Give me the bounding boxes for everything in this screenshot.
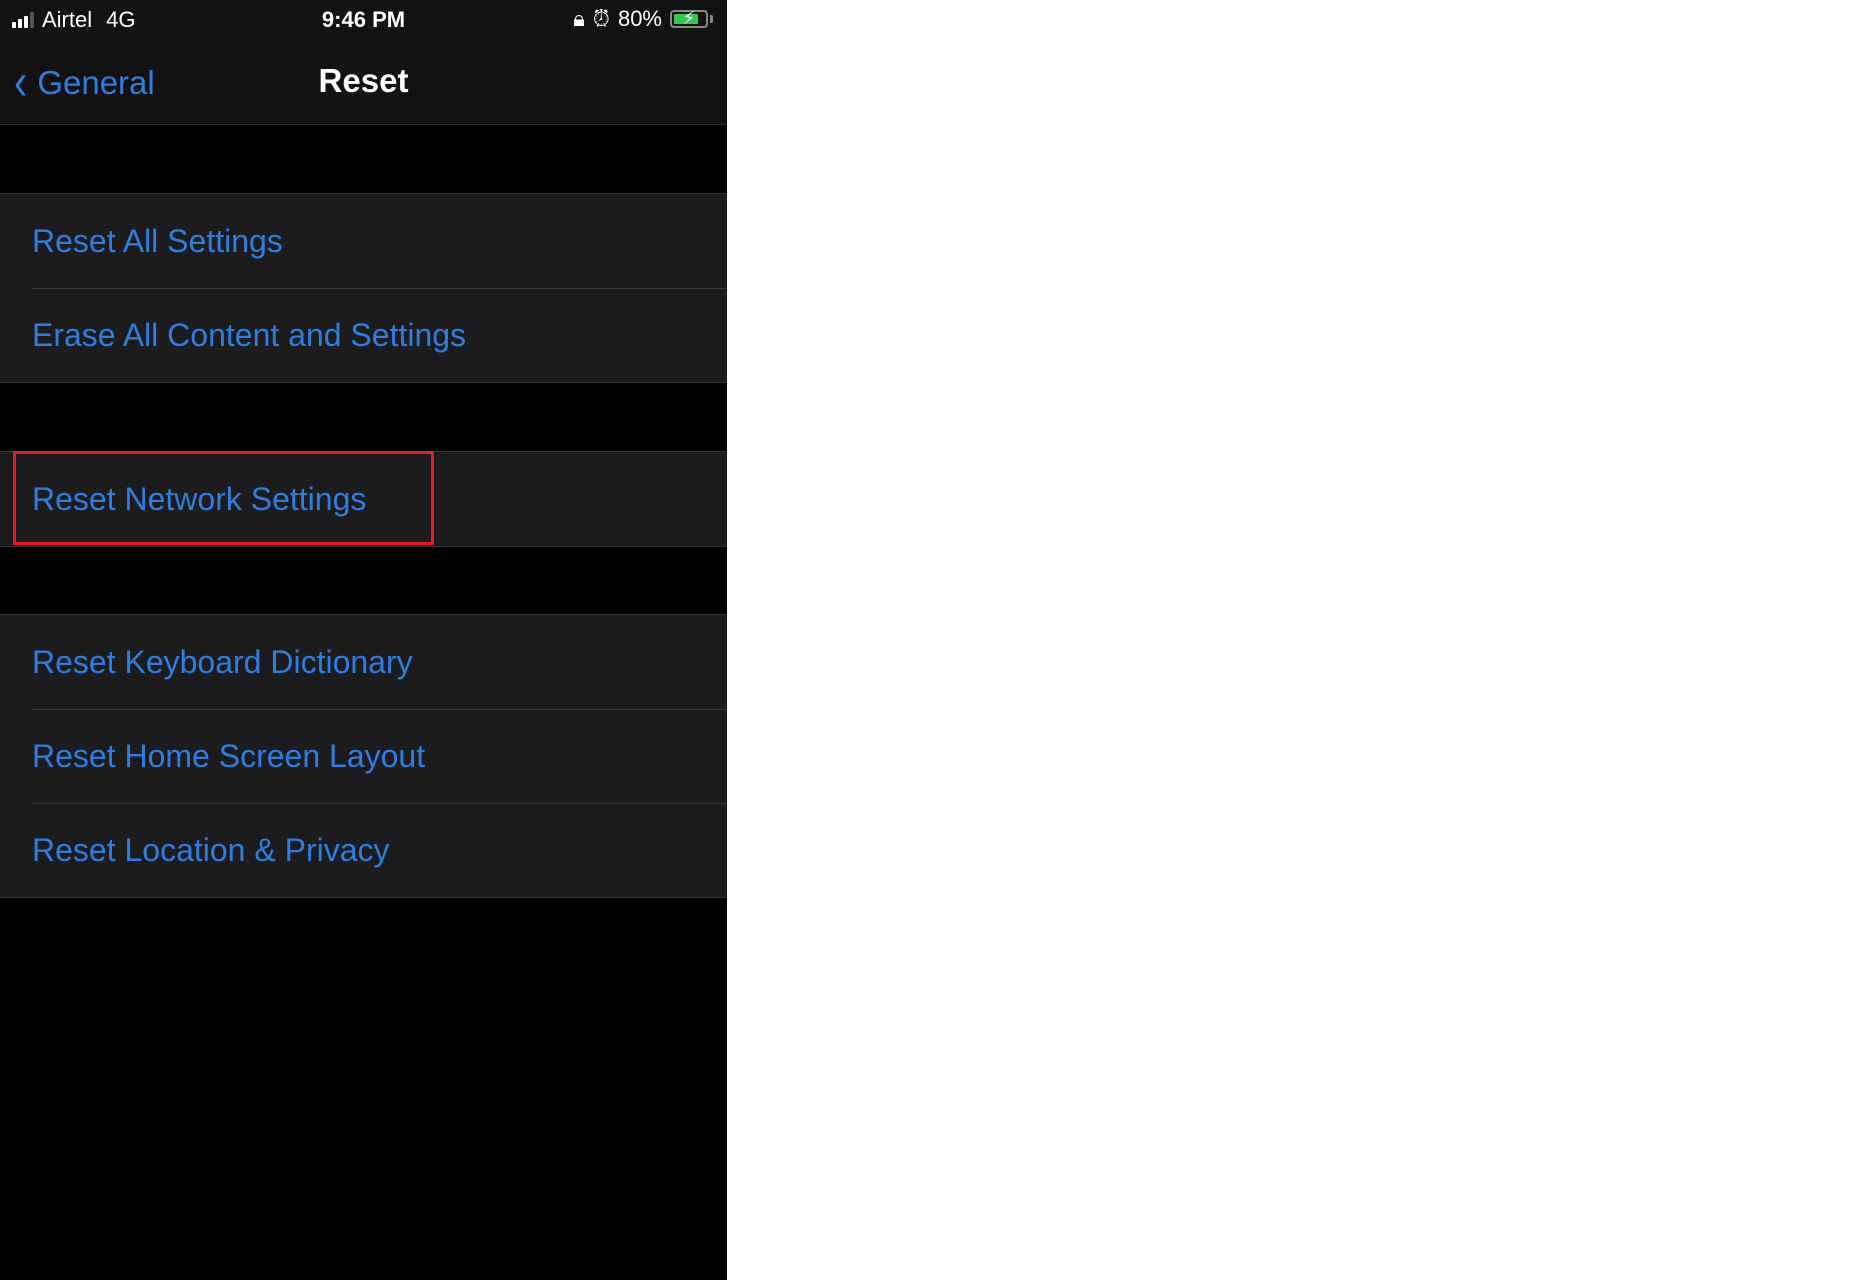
rotation-lock-icon: 🔒︎ bbox=[573, 6, 585, 31]
reset-all-settings-button[interactable]: Reset All Settings bbox=[0, 194, 727, 288]
page-title: Reset bbox=[318, 62, 409, 99]
row-label: Reset Home Screen Layout bbox=[32, 737, 426, 774]
reset-location-privacy-button[interactable]: Reset Location & Privacy bbox=[0, 803, 727, 897]
row-label: Erase All Content and Settings bbox=[32, 316, 467, 353]
reset-keyboard-dictionary-button[interactable]: Reset Keyboard Dictionary bbox=[0, 615, 727, 709]
reset-group-1: Reset All Settings Erase All Content and… bbox=[0, 193, 727, 383]
erase-all-content-button[interactable]: Erase All Content and Settings bbox=[0, 288, 727, 382]
reset-network-settings-button[interactable]: Reset Network Settings bbox=[0, 452, 727, 546]
reset-group-2: Reset Network Settings bbox=[0, 451, 727, 547]
navigation-bar: ‹ General Reset bbox=[0, 40, 727, 125]
charging-bolt-icon: ⚡︎ bbox=[682, 8, 696, 28]
row-label: Reset Keyboard Dictionary bbox=[32, 643, 413, 680]
reset-group-3: Reset Keyboard Dictionary Reset Home Scr… bbox=[0, 614, 727, 898]
row-label: Reset Location & Privacy bbox=[32, 831, 390, 868]
alarm-icon: ⏰︎ bbox=[592, 6, 610, 31]
row-label: Reset Network Settings bbox=[32, 480, 367, 517]
battery-cap bbox=[710, 15, 713, 23]
battery-charging-icon: ⚡︎ bbox=[670, 8, 708, 28]
battery-percent: 80% bbox=[617, 6, 662, 31]
phone-screen: Airtel 4G 9:46 PM 🔒︎ ⏰︎ 80% ⚡︎ ‹ General… bbox=[0, 0, 727, 1280]
status-bar: Airtel 4G 9:46 PM 🔒︎ ⏰︎ 80% ⚡︎ bbox=[0, 0, 727, 40]
reset-home-screen-layout-button[interactable]: Reset Home Screen Layout bbox=[0, 709, 727, 803]
row-label: Reset All Settings bbox=[32, 222, 283, 259]
